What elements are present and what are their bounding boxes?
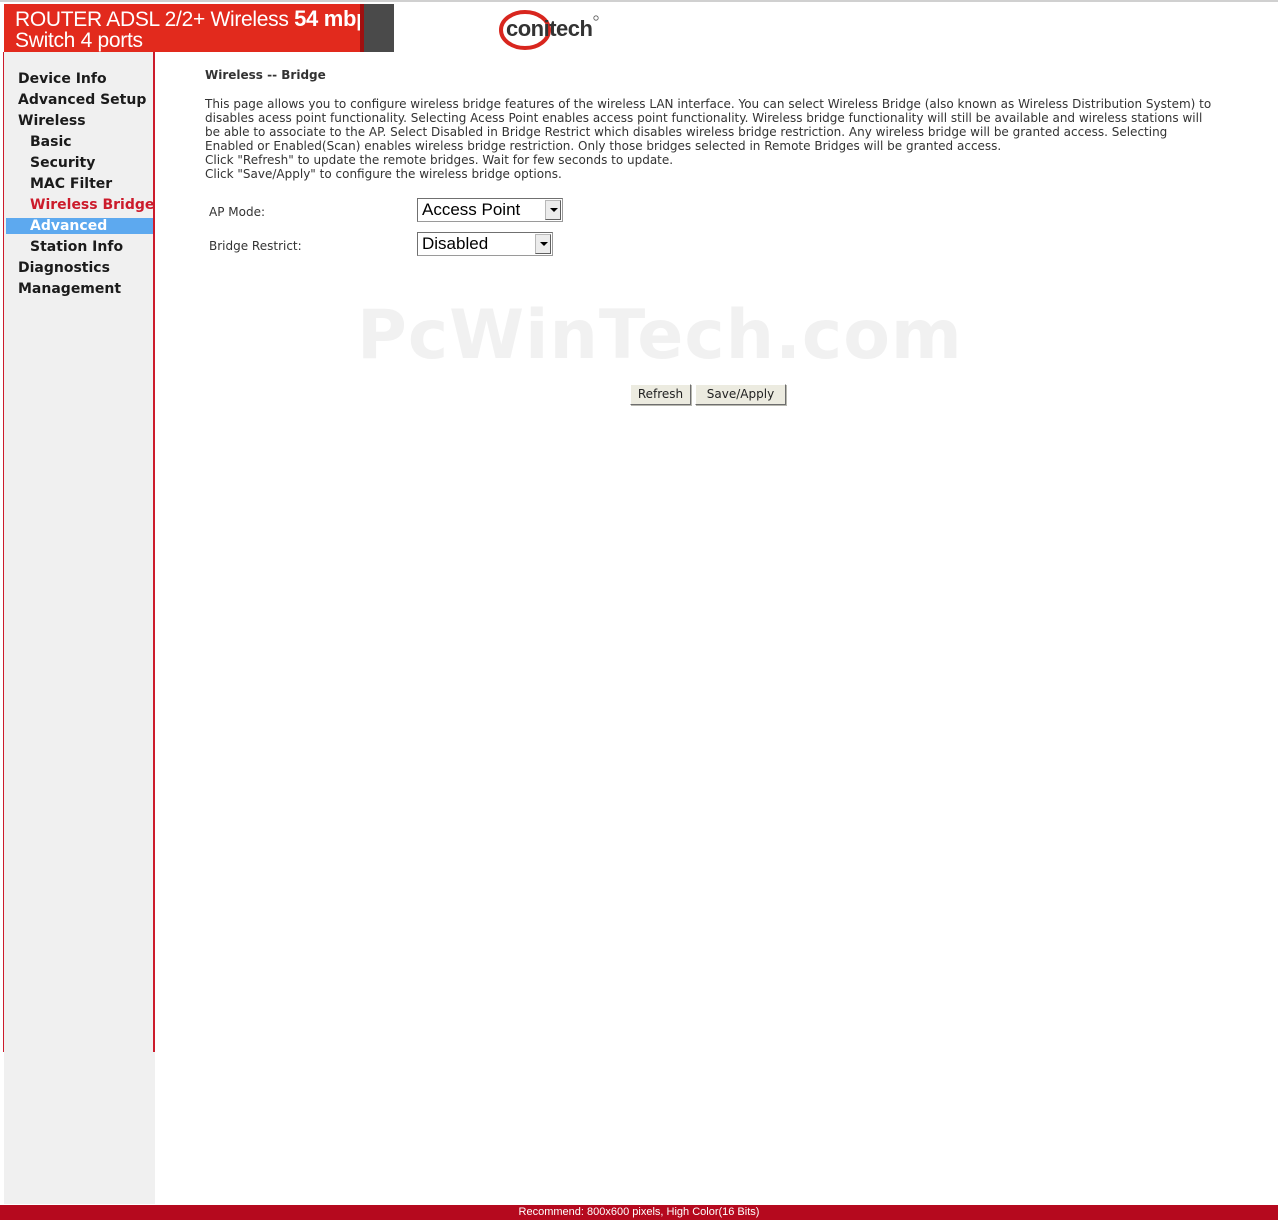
sidebar-item-security[interactable]: Security	[30, 154, 95, 172]
chevron-down-icon[interactable]	[535, 234, 551, 254]
header: ROUTER ADSL 2/2+ Wireless 54 mbps Switch…	[0, 0, 1278, 52]
save-apply-button[interactable]: Save/Apply	[695, 384, 786, 405]
chevron-down-icon[interactable]	[545, 200, 561, 220]
logo-text: conitech	[506, 16, 593, 41]
sidebar-item-basic[interactable]: Basic	[30, 133, 72, 151]
description-save-hint: Click "Save/Apply" to configure the wire…	[205, 167, 562, 181]
watermark: PcWinTech.com	[357, 296, 963, 375]
page-description: This page allows you to configure wirele…	[205, 97, 1215, 181]
sidebar-item-device-info[interactable]: Device Info	[18, 70, 107, 88]
sidebar-item-advanced-setup[interactable]: Advanced Setup	[18, 91, 146, 109]
banner-line2-text: Switch 4 ports	[15, 29, 143, 52]
page-title: Wireless -- Bridge	[205, 68, 326, 82]
sidebar-item-mac-filter[interactable]: MAC Filter	[30, 175, 112, 193]
bridge-restrict-label: Bridge Restrict:	[209, 239, 302, 253]
footer-bar: Recommend: 800x600 pixels, High Color(16…	[0, 1205, 1278, 1220]
sidebar-left-border	[3, 52, 4, 1052]
bridge-restrict-value: Disabled	[422, 234, 489, 253]
sidebar-item-station-info[interactable]: Station Info	[30, 238, 123, 256]
refresh-button[interactable]: Refresh	[630, 384, 691, 405]
description-paragraph: This page allows you to configure wirele…	[205, 97, 1212, 153]
ap-mode-select[interactable]: Access Point	[417, 198, 563, 222]
header-gray-block	[364, 4, 394, 52]
ap-mode-label: AP Mode:	[209, 205, 265, 219]
banner-line1-text: ROUTER ADSL 2/2+ Wireless	[15, 8, 295, 31]
description-refresh-hint: Click "Refresh" to update the remote bri…	[205, 153, 674, 167]
sidebar-item-management[interactable]: Management	[18, 280, 121, 298]
ap-mode-value: Access Point	[422, 200, 521, 219]
sidebar-item-wireless[interactable]: Wireless	[18, 112, 86, 130]
sidebar-item-advanced[interactable]: Advanced	[30, 217, 107, 235]
product-banner: ROUTER ADSL 2/2+ Wireless 54 mbps Switch…	[4, 4, 382, 52]
bridge-restrict-select[interactable]: Disabled	[417, 232, 553, 256]
sidebar-item-wireless-bridge[interactable]: Wireless Bridge	[30, 196, 154, 214]
conitech-logo: conitech	[498, 8, 602, 50]
sidebar-item-diagnostics[interactable]: Diagnostics	[18, 259, 110, 277]
